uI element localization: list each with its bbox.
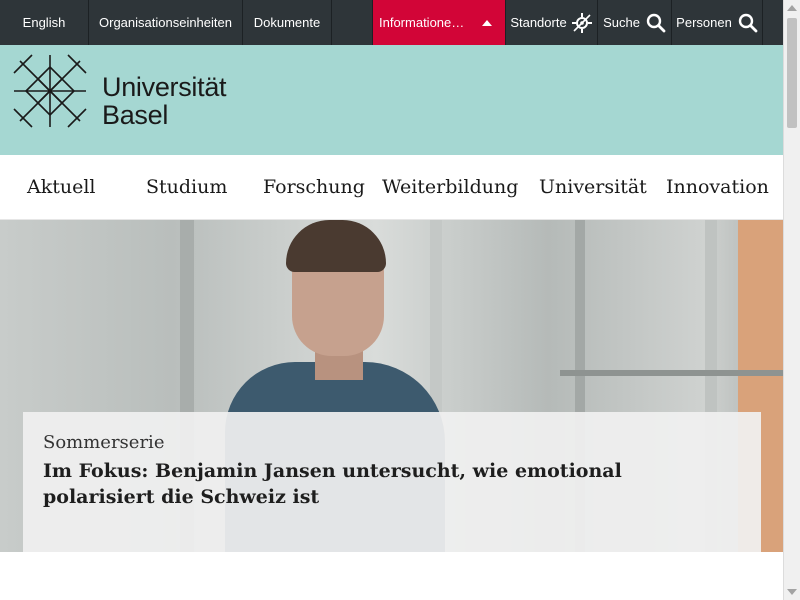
hero-caption[interactable]: Sommerserie Im Fokus: Benjamin Jansen un… [23,412,761,552]
locations-label: Standorte [510,15,567,30]
utility-bar-spacer [332,0,373,45]
nav-item-aktuell[interactable]: Aktuell [27,176,96,198]
scroll-down-icon[interactable] [787,589,797,595]
language-switch-link[interactable]: English [0,0,89,45]
hero-headline[interactable]: Im Fokus: Benjamin Jansen untersucht, wi… [43,458,683,510]
university-logo-icon[interactable] [12,53,88,129]
caret-up-icon [482,19,493,26]
locations-button[interactable]: Standorte [506,0,598,45]
hero-railing [560,370,783,376]
search-label: Suche [603,15,640,30]
documents-label: Dokumente [253,15,321,30]
people-label: Personen [676,15,732,30]
language-switch-label: English [22,15,66,30]
documents-link[interactable]: Dokumente [243,0,332,45]
nav-item-innovation[interactable]: Innovation [666,176,769,198]
utility-bar: English Organisationseinheiten Dokumente… [0,0,783,45]
university-wordmark[interactable]: Universität Basel [102,72,227,130]
hero-person-hair [286,220,386,272]
brand-header: Universität Basel [0,45,783,155]
nav-item-universitaet[interactable]: Universität [539,176,647,198]
wordmark-line-1: Universität [102,72,227,102]
information-label: Informatione… [379,15,465,30]
people-search-button[interactable]: Personen [672,0,763,45]
scrollbar-thumb[interactable] [787,18,797,128]
search-button[interactable]: Suche [598,0,672,45]
page-scrollbar[interactable] [783,0,800,600]
org-units-link[interactable]: Organisationseinheiten [89,0,243,45]
nav-item-studium[interactable]: Studium [146,176,227,198]
hero-kicker: Sommerserie [43,432,165,453]
people-search-icon [738,13,758,33]
wordmark-line-2: Basel [102,100,169,130]
information-dropdown-button[interactable]: Informatione… [373,0,506,45]
scroll-up-icon[interactable] [787,5,797,11]
location-icon [571,12,593,34]
nav-item-weiterbildung[interactable]: Weiterbildung [382,176,518,198]
org-units-label: Organisationseinheiten [99,15,232,30]
hero-teaser[interactable]: Sommerserie Im Fokus: Benjamin Jansen un… [0,220,783,552]
search-icon [646,13,666,33]
nav-item-forschung[interactable]: Forschung [263,176,365,198]
main-navigation: Aktuell Studium Forschung Weiterbildung … [0,155,783,220]
